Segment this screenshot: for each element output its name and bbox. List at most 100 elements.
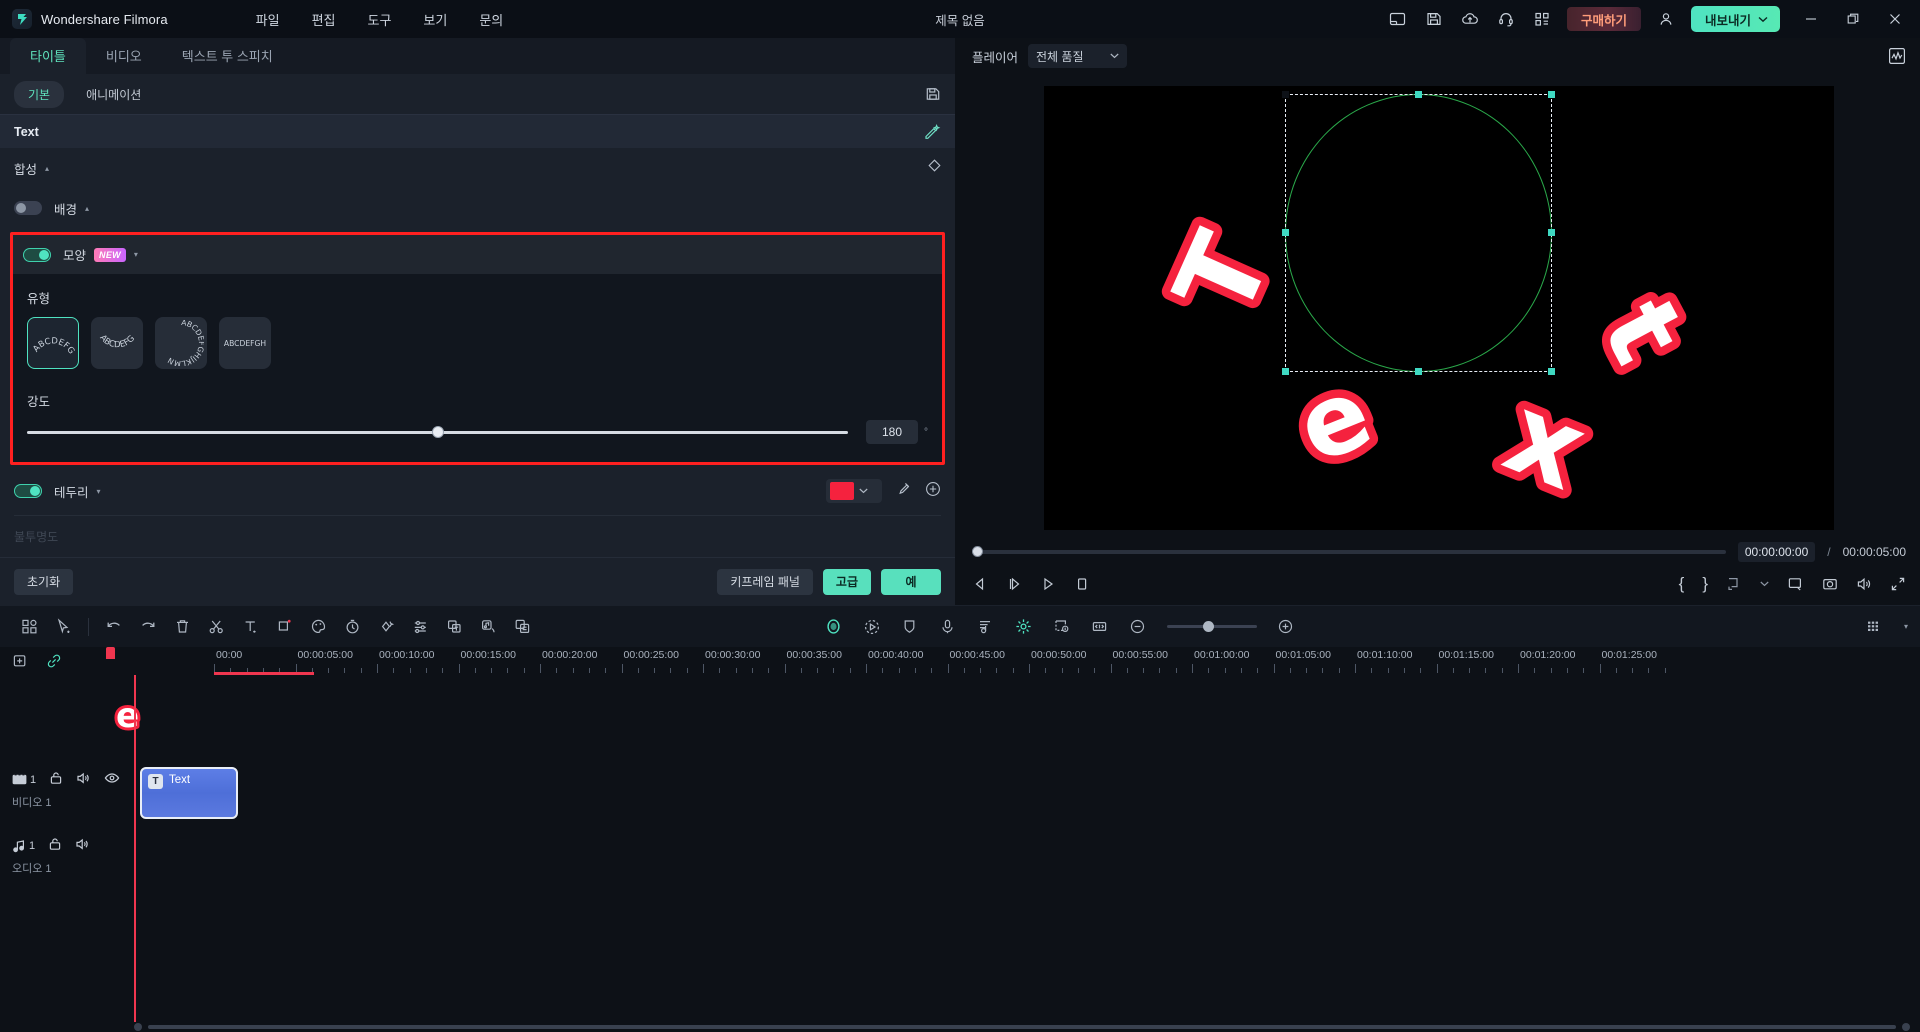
export-button[interactable]: 내보내기 <box>1690 6 1780 32</box>
mark-out-icon[interactable]: } <box>1702 574 1708 594</box>
shape-type-arc-down[interactable]: ABCDEFG <box>91 317 143 369</box>
mute-icon[interactable] <box>76 771 91 788</box>
timeline-scrollbar[interactable] <box>0 1022 1920 1032</box>
timeline-ruler[interactable]: 00:00 00:00:05:00 00:00:10:00 00:00:15:00 00… <box>214 647 1920 675</box>
intensity-slider[interactable] <box>27 423 848 441</box>
advanced-button[interactable]: 고급 <box>822 568 871 595</box>
auto-caption-icon[interactable] <box>505 610 539 644</box>
mute-icon[interactable] <box>75 837 90 854</box>
minimize-button[interactable] <box>1790 0 1832 38</box>
zoom-in-button[interactable] <box>1269 610 1303 644</box>
border-row[interactable]: 테두리 ▾ <box>0 471 955 511</box>
chevron-up-icon[interactable]: ▴ <box>85 204 89 213</box>
panel-layout-icon[interactable] <box>1381 2 1415 36</box>
keyframe-panel-button[interactable]: 키프레임 패널 <box>717 568 813 595</box>
reset-button[interactable]: 초기화 <box>14 568 74 595</box>
selection-box[interactable] <box>1282 90 1555 375</box>
ai-magic-icon[interactable] <box>924 123 941 140</box>
ok-button[interactable]: 예 <box>881 568 941 595</box>
playhead[interactable] <box>134 675 136 1022</box>
keyframe-diamond-icon[interactable] <box>928 159 941 177</box>
volume-icon[interactable] <box>1856 576 1872 592</box>
eyedropper-icon[interactable] <box>896 481 911 501</box>
export-frame-icon[interactable] <box>1726 576 1742 592</box>
mark-in-icon[interactable]: { <box>1679 574 1685 594</box>
stop-icon[interactable] <box>1074 576 1090 592</box>
intensity-value[interactable]: 180 <box>866 420 918 444</box>
chevron-down-icon[interactable] <box>1760 581 1769 587</box>
fullscreen-icon[interactable] <box>1890 576 1906 592</box>
resize-handle-bc[interactable] <box>1414 367 1422 375</box>
face-mosaic-icon[interactable] <box>817 610 851 644</box>
composite-row[interactable]: 합성 ▴ <box>0 148 955 188</box>
lock-icon[interactable] <box>49 771 63 788</box>
step-forward-icon[interactable] <box>1006 576 1022 592</box>
beat-detect-icon[interactable] <box>969 610 1003 644</box>
waveform-scope-icon[interactable] <box>1888 47 1906 65</box>
border-toggle[interactable] <box>14 484 42 498</box>
save-preset-icon[interactable] <box>925 86 941 102</box>
apps-grid-icon[interactable] <box>1525 2 1559 36</box>
undo-icon[interactable] <box>97 610 131 644</box>
scroll-left-button[interactable] <box>134 1023 142 1031</box>
save-icon[interactable] <box>1417 2 1451 36</box>
resize-handle-tl[interactable] <box>1282 90 1289 98</box>
chevron-down-icon[interactable]: ▾ <box>134 250 138 259</box>
list-item[interactable]: T Text <box>140 767 238 819</box>
maximize-button[interactable] <box>1832 0 1874 38</box>
speed-icon[interactable] <box>335 610 369 644</box>
prev-frame-icon[interactable] <box>972 576 988 592</box>
menu-file[interactable]: 파일 <box>240 4 296 35</box>
shape-type-circle[interactable]: ABCDEFGHIJKLMN <box>155 317 207 369</box>
table-row[interactable]: 1 오디오 1 <box>0 827 1920 893</box>
shape-mask-icon[interactable] <box>893 610 927 644</box>
border-color-swatch[interactable] <box>830 482 854 500</box>
resize-handle-ml[interactable] <box>1282 228 1289 236</box>
subtab-animation[interactable]: 애니메이션 <box>72 81 155 108</box>
current-timecode[interactable]: 00:00:00:00 <box>1737 542 1816 562</box>
zoom-out-button[interactable] <box>1121 610 1155 644</box>
subtab-basic[interactable]: 기본 <box>14 80 65 108</box>
play-icon[interactable] <box>1040 576 1056 592</box>
lock-icon[interactable] <box>48 837 62 854</box>
resize-handle-tr[interactable] <box>1548 90 1555 98</box>
shape-header-row[interactable]: 모양 NEW ▾ <box>13 235 942 274</box>
motion-tracking-icon[interactable] <box>855 610 889 644</box>
video-track-lane[interactable]: T Text <box>134 761 1920 827</box>
slider-knob[interactable] <box>431 426 444 438</box>
menu-view[interactable]: 보기 <box>407 4 463 35</box>
resize-handle-br[interactable] <box>1548 367 1555 375</box>
chevron-down-icon[interactable]: ▾ <box>97 487 101 496</box>
playhead-handle[interactable] <box>106 647 115 659</box>
background-toggle[interactable] <box>14 201 42 215</box>
border-color-picker[interactable] <box>826 479 882 503</box>
keyframe-icon[interactable] <box>369 610 403 644</box>
select-tool-icon[interactable] <box>46 610 80 644</box>
close-button[interactable] <box>1874 0 1916 38</box>
chevron-up-icon[interactable]: ▴ <box>45 164 49 173</box>
resize-handle-mr[interactable] <box>1548 228 1555 236</box>
timeline-zoom-slider[interactable] <box>1166 621 1257 632</box>
color-icon[interactable] <box>301 610 335 644</box>
fit-timeline-icon[interactable] <box>1083 610 1117 644</box>
tab-title[interactable]: 타이틀 <box>10 38 86 74</box>
menu-contact[interactable]: 문의 <box>463 4 519 35</box>
split-scissors-icon[interactable] <box>199 610 233 644</box>
tab-video[interactable]: 비디오 <box>86 38 162 74</box>
player-seek-bar[interactable] <box>972 546 1726 557</box>
mask-text-icon[interactable] <box>437 610 471 644</box>
background-row[interactable]: 배경 ▴ <box>0 188 955 228</box>
delete-icon[interactable] <box>165 610 199 644</box>
crop-icon[interactable] <box>1787 576 1804 592</box>
scroll-right-button[interactable] <box>1902 1023 1910 1031</box>
menu-edit[interactable]: 편집 <box>296 4 352 35</box>
shape-type-arc-up[interactable]: ABCDEFG <box>27 317 79 369</box>
redo-icon[interactable] <box>131 610 165 644</box>
marker-add-icon[interactable] <box>12 653 28 669</box>
tab-text-to-speech[interactable]: 텍스트 투 스피치 <box>162 38 293 74</box>
audio-detach-icon[interactable] <box>471 610 505 644</box>
headset-support-icon[interactable] <box>1489 2 1523 36</box>
snapshot-icon[interactable] <box>1822 576 1838 592</box>
resize-handle-bl[interactable] <box>1282 367 1289 375</box>
buy-button[interactable]: 구매하기 <box>1566 7 1641 31</box>
